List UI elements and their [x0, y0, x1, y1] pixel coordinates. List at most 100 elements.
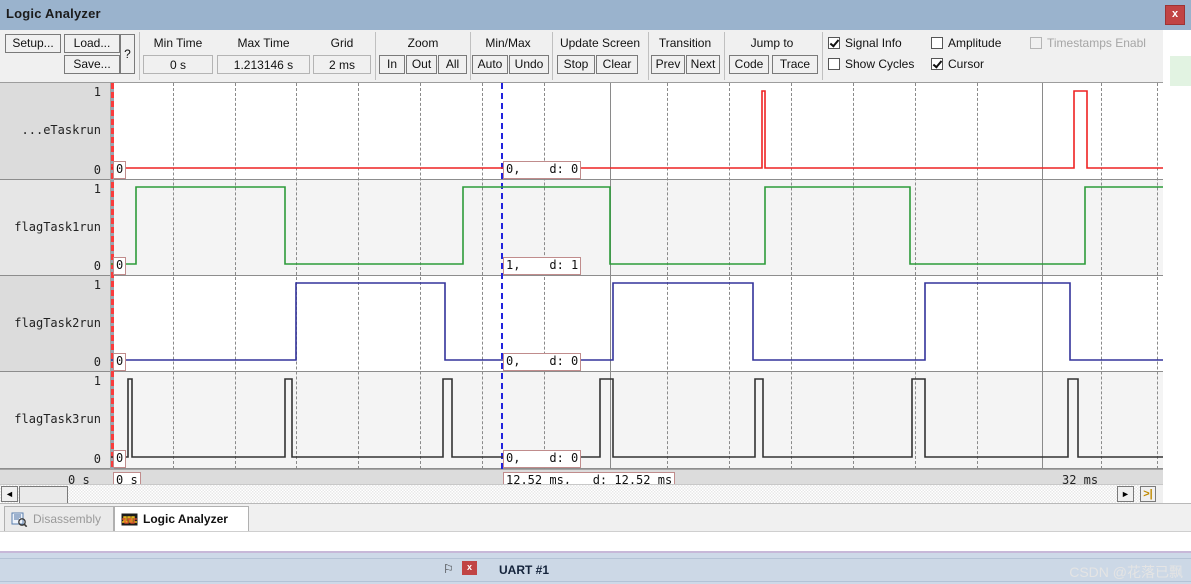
transition-next-button[interactable]: Next	[686, 55, 720, 74]
signal-name: flagTask1run	[14, 220, 101, 234]
amplitude-label: Amplitude	[948, 36, 1002, 50]
signal-hi-value: 1	[93, 374, 101, 388]
signal-label-row[interactable]: 1 flagTask2run 0	[0, 276, 110, 372]
close-panel-button[interactable]: x	[462, 561, 477, 575]
signal-name: ...eTaskrun	[21, 123, 101, 137]
cursor-value-tag: 0, d: 0	[503, 161, 582, 179]
signal-hi-value: 1	[93, 85, 101, 99]
signal-value-marker: 0	[113, 161, 127, 179]
scrollbar-trough[interactable]	[0, 485, 1140, 503]
signal-label-row[interactable]: 1 ...eTaskrun 0	[0, 83, 110, 180]
update-stop-button[interactable]: Stop	[557, 55, 595, 74]
waveform-canvas[interactable]: 0 0 0 0 0, d: 0 1, d: 1 0, d: 0 0, d: 0	[111, 83, 1163, 469]
signal-lo-value: 0	[93, 452, 101, 466]
signal-lo-value: 0	[93, 355, 101, 369]
timestamps-enabled-checkbox: Timestamps Enabl	[1030, 36, 1146, 50]
signal-lo-value: 0	[93, 259, 101, 273]
minmax-auto-button[interactable]: Auto	[472, 55, 508, 74]
checkbox-icon	[1030, 37, 1042, 49]
cursor-value-tag: 0, d: 0	[503, 353, 582, 371]
checkbox-icon	[931, 58, 943, 70]
uart-label: UART #1	[499, 563, 550, 577]
decorative-green-patch	[1170, 56, 1191, 86]
checkbox-icon	[828, 58, 840, 70]
signal-name: flagTask2run	[14, 316, 101, 330]
minmax-label: Min/Max	[485, 36, 531, 50]
cursor-checkbox[interactable]: Cursor	[931, 57, 984, 71]
update-screen-label: Update Screen	[559, 36, 641, 50]
logic-analyzer-window: Logic Analyzer x Setup... Load... Save..…	[0, 0, 1191, 584]
tab-logic-analyzer[interactable]: Logic Analyzer	[114, 506, 249, 532]
zoom-out-button[interactable]: Out	[406, 55, 437, 74]
min-time-label: Min Time	[153, 36, 203, 50]
transition-label: Transition	[658, 36, 712, 50]
zoom-label: Zoom	[407, 36, 439, 50]
load-button[interactable]: Load...	[64, 34, 120, 53]
jump-to-trace-button[interactable]: Trace	[772, 55, 818, 74]
signal-hi-value: 1	[93, 182, 101, 196]
disassembly-icon	[11, 512, 28, 527]
signal-name: flagTask3run	[14, 412, 101, 426]
jump-to-code-button[interactable]: Code	[729, 55, 769, 74]
max-time-value[interactable]: 1.213146 s	[217, 55, 310, 74]
transition-prev-button[interactable]: Prev	[651, 55, 685, 74]
tab-disassembly-label: Disassembly	[33, 512, 102, 526]
signal-traces	[111, 90, 1163, 458]
close-window-button[interactable]: x	[1165, 5, 1185, 25]
waveform-plot[interactable]: 1 ...eTaskrun 0 1 flagTask1run 0 1 flagT…	[0, 83, 1163, 483]
grid-label: Grid	[330, 36, 354, 50]
save-button[interactable]: Save...	[64, 55, 120, 74]
min-time-value[interactable]: 0 s	[143, 55, 213, 74]
signal-label-row[interactable]: 1 flagTask3run 0	[0, 372, 110, 469]
trace-flagtask2run	[111, 282, 1163, 361]
tab-bar: Disassembly Logic Analyzer	[0, 503, 1191, 532]
tab-logic-analyzer-label: Logic Analyzer	[143, 512, 228, 526]
update-clear-button[interactable]: Clear	[596, 55, 638, 74]
zoom-in-button[interactable]: In	[379, 55, 405, 74]
pin-icon[interactable]: ⚐	[443, 562, 454, 576]
watermark: CSDN @花落已飘	[1069, 564, 1183, 580]
status-bar: ⚐ x UART #1 CSDN @花落已飘	[0, 551, 1191, 584]
status-bar-inner	[0, 558, 1191, 582]
zoom-all-button[interactable]: All	[438, 55, 467, 74]
show-cycles-checkbox[interactable]: Show Cycles	[828, 57, 914, 71]
content-gap	[0, 531, 1191, 552]
signal-label-row[interactable]: 1 flagTask1run 0	[0, 180, 110, 276]
amplitude-checkbox[interactable]: Amplitude	[931, 36, 1001, 50]
minmax-undo-button[interactable]: Undo	[509, 55, 549, 74]
grid-value[interactable]: 2 ms	[313, 55, 371, 74]
checkbox-icon	[931, 37, 943, 49]
setup-button[interactable]: Setup...	[5, 34, 61, 53]
jump-to-label: Jump to	[750, 36, 794, 50]
checkbox-icon	[828, 37, 840, 49]
help-button[interactable]: ?	[120, 34, 135, 74]
signal-info-label: Signal Info	[845, 36, 902, 50]
title-bar: Logic Analyzer x	[0, 0, 1191, 30]
tab-disassembly[interactable]: Disassembly	[4, 506, 114, 532]
scroll-to-end-button[interactable]: >|	[1140, 486, 1156, 502]
scrollbar-thumb[interactable]	[19, 486, 68, 504]
max-time-label: Max Time	[237, 36, 290, 50]
timestamps-label: Timestamps Enabl	[1047, 36, 1146, 50]
signal-hi-value: 1	[93, 278, 101, 292]
window-title: Logic Analyzer	[6, 6, 101, 21]
signal-value-marker: 0	[113, 353, 127, 371]
show-cycles-label: Show Cycles	[845, 57, 915, 71]
cursor-label: Cursor	[948, 57, 985, 71]
signal-lo-value: 0	[93, 163, 101, 177]
cursor-value-tag: 0, d: 0	[503, 450, 582, 468]
cursor-value-tag: 1, d: 1	[503, 257, 582, 275]
signal-label-column: 1 ...eTaskrun 0 1 flagTask1run 0 1 flagT…	[0, 83, 111, 469]
window-right-margin	[1163, 30, 1191, 503]
horizontal-scrollbar[interactable]: ◄ ► >|	[0, 484, 1163, 504]
scroll-right-button[interactable]: ►	[1117, 486, 1134, 502]
logic-analyzer-icon	[121, 513, 138, 526]
trace-flagtask1run	[111, 186, 1163, 265]
trace-flagtask3run	[111, 378, 1163, 458]
signal-value-marker: 0	[113, 450, 127, 468]
scroll-left-button[interactable]: ◄	[1, 486, 18, 502]
toolbar: Setup... Load... Save... ? Min Time 0 s …	[0, 30, 1163, 83]
signal-info-checkbox[interactable]: Signal Info	[828, 36, 902, 50]
signal-value-marker: 0	[113, 257, 127, 275]
trace-etaskrun	[111, 90, 1163, 169]
